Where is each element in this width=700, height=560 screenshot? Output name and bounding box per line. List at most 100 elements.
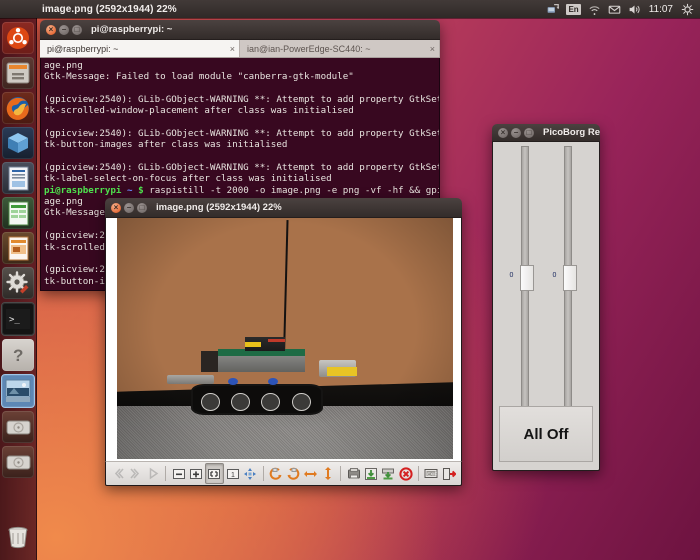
motor-2-slider[interactable]: 0	[553, 146, 581, 408]
save-button[interactable]	[363, 464, 379, 483]
volume-icon[interactable]	[628, 3, 641, 16]
picoborg-window-buttons: × − □	[492, 127, 534, 138]
launcher-item-impress[interactable]	[2, 232, 34, 264]
terminal-line: age.png	[44, 196, 83, 208]
terminal-tab-ian[interactable]: ian@ian-PowerEdge-SC440: ~ ×	[240, 40, 440, 57]
terminal-line: age.png	[44, 60, 83, 71]
firefox-icon	[6, 97, 29, 120]
hard-disk-icon	[6, 420, 30, 434]
terminal-maximize-button[interactable]: □	[72, 24, 82, 35]
picoborg-maximize-button[interactable]: □	[524, 127, 534, 138]
launcher-item-files[interactable]	[2, 57, 34, 89]
launcher-item-calc[interactable]	[2, 197, 34, 229]
fit-window-button[interactable]	[205, 463, 224, 484]
desktop-screen: image.png (2592x1944) 22% En 11:07 >_ ? …	[0, 0, 700, 560]
previous-image-button[interactable]	[110, 464, 126, 483]
flip-horizontal-button[interactable]	[302, 464, 318, 483]
hard-disk-icon	[6, 455, 30, 469]
motor-2-slider-handle[interactable]	[562, 265, 577, 291]
zoom-in-button[interactable]	[188, 464, 204, 483]
system-tray: En 11:07	[546, 3, 700, 16]
fullscreen-button[interactable]	[242, 464, 258, 483]
viewer-close-button[interactable]: ×	[111, 202, 121, 213]
terminal-tab-pi[interactable]: pi@raspberrypi: ~ ×	[40, 40, 240, 57]
terminal-tab-label: pi@raspberrypi: ~	[47, 43, 119, 54]
terminal-line: tk-scrolled-window-placement after class…	[44, 105, 354, 117]
picoborg-titlebar[interactable]: × − □ PicoBorg Rev	[492, 124, 600, 142]
viewer-titlebar[interactable]: × − □ image.png (2592x1944) 22%	[105, 198, 462, 218]
file-manager-icon	[6, 62, 30, 84]
zoom-out-button[interactable]	[170, 464, 186, 483]
motor-1-slider-handle[interactable]	[519, 265, 534, 291]
all-off-button[interactable]: All Off	[499, 406, 593, 462]
viewer-minimize-button[interactable]: −	[124, 202, 134, 213]
launcher-item-dash-home[interactable]	[2, 22, 34, 54]
chevron-right-icon	[130, 468, 140, 479]
rotate-cw-icon	[287, 467, 300, 480]
launcher-item-trash[interactable]	[2, 521, 34, 553]
sync-icon[interactable]	[546, 3, 560, 16]
terminal-minimize-button[interactable]: −	[59, 24, 69, 35]
preferences-button[interactable]: EXIF	[423, 464, 439, 483]
flip-horizontal-icon	[304, 470, 318, 477]
terminal-title: pi@raspberrypi: ~	[91, 24, 173, 35]
motor-1-slider[interactable]: 0	[509, 146, 538, 408]
zoom-in-icon	[190, 468, 202, 479]
mail-icon[interactable]	[608, 3, 621, 16]
terminal-line: tk-button-images after class was initial…	[44, 139, 288, 151]
picoborg-window[interactable]: × − □ PicoBorg Rev 0 0 All Off	[492, 124, 600, 471]
launcher-item-disk-1[interactable]	[2, 411, 34, 443]
delete-circle-icon	[399, 466, 413, 481]
picoborg-slider-group: 0 0	[493, 142, 599, 410]
quit-button[interactable]	[441, 464, 457, 483]
ubuntu-logo-icon	[7, 27, 29, 49]
launcher-item-disk-2[interactable]	[2, 446, 34, 478]
launcher-item-image-viewer[interactable]	[1, 374, 35, 408]
launcher-item-writer[interactable]	[2, 162, 34, 194]
launcher-item-help[interactable]: ?	[2, 339, 34, 371]
rotate-ccw-icon	[269, 467, 282, 480]
document-icon	[8, 166, 28, 190]
power-gear-icon[interactable]	[681, 3, 694, 16]
terminal-line: (gpicview:2540): GLib-GObject-WARNING **…	[44, 162, 439, 174]
save-icon	[365, 467, 378, 480]
viewer-maximize-button[interactable]: □	[137, 202, 147, 213]
open-folder-icon	[347, 467, 360, 478]
terminal-tab-close-icon[interactable]: ×	[226, 44, 235, 54]
svg-text:1: 1	[231, 472, 235, 479]
terminal-tab-close-icon[interactable]: ×	[426, 44, 435, 54]
panel-clock[interactable]: 11:07	[648, 4, 674, 15]
toolbar-separator	[262, 466, 264, 481]
keyboard-layout-indicator[interactable]: En	[566, 3, 581, 15]
open-file-button[interactable]	[345, 464, 361, 483]
wifi-icon[interactable]	[588, 3, 601, 16]
save-as-button[interactable]	[380, 464, 396, 483]
slideshow-button[interactable]	[145, 464, 161, 483]
launcher-item-settings[interactable]	[2, 267, 34, 299]
launcher-item-terminal[interactable]: >_	[1, 302, 35, 336]
launcher-item-virtualbox[interactable]	[2, 127, 34, 159]
terminal-titlebar[interactable]: × − □ pi@raspberrypi: ~	[40, 20, 440, 40]
fit-window-icon	[208, 468, 221, 479]
terminal-close-button[interactable]: ×	[46, 24, 56, 35]
flip-vertical-button[interactable]	[320, 464, 336, 483]
picoborg-minimize-button[interactable]: −	[511, 127, 521, 138]
image-viewer-window[interactable]: × − □ image.png (2592x1944) 22% 1 EXIF	[105, 198, 462, 486]
next-image-button[interactable]	[127, 464, 143, 483]
viewer-toolbar: 1 EXIF	[105, 461, 462, 486]
viewer-canvas[interactable]	[105, 218, 462, 461]
actual-size-button[interactable]: 1	[225, 464, 241, 483]
spreadsheet-icon	[8, 201, 28, 225]
presentation-icon	[8, 236, 28, 260]
rotate-left-button[interactable]	[268, 464, 284, 483]
photo-image	[117, 218, 453, 459]
delete-button[interactable]	[398, 464, 414, 483]
picoborg-close-button[interactable]: ×	[498, 127, 508, 138]
motor-1-slider-value: 0	[509, 272, 514, 279]
terminal-prompt-path: ~	[127, 184, 133, 196]
launcher-item-firefox[interactable]	[2, 92, 34, 124]
rotate-right-button[interactable]	[285, 464, 301, 483]
fullscreen-arrows-icon	[244, 467, 257, 480]
terminal-window-buttons: × − □	[40, 24, 82, 35]
viewer-window-buttons: × − □	[105, 202, 147, 213]
